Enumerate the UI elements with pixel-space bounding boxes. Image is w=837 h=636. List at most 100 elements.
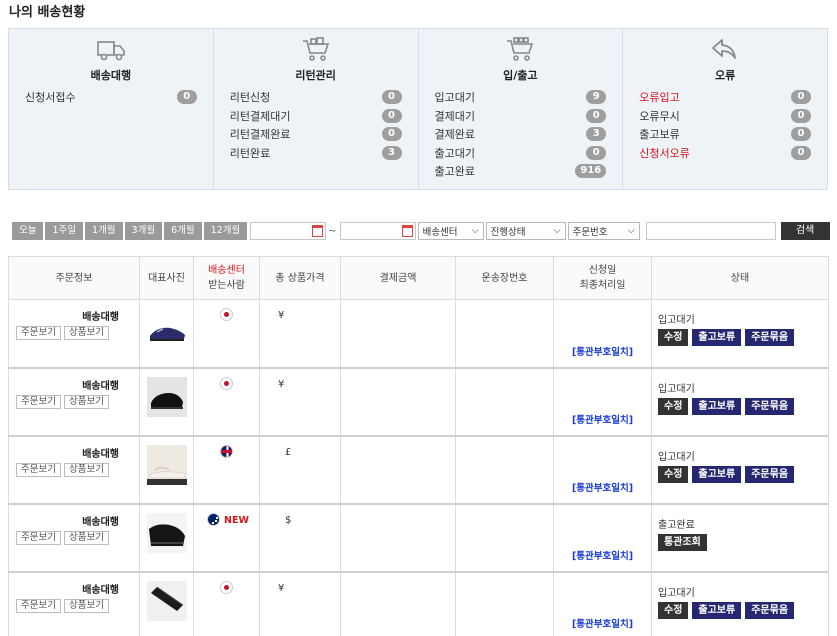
summary-col-error: 오류 오류입고 0 오류무시 0 출고보류 0 신청서오류 0 bbox=[623, 29, 827, 189]
date-cell: [통관부호일치] bbox=[553, 435, 652, 505]
col-order-info: 주문정보 bbox=[8, 256, 140, 300]
product-thumbnail[interactable] bbox=[147, 580, 187, 621]
customs-match-link[interactable]: [통관부호일치] bbox=[554, 480, 651, 494]
bundle-order-button[interactable]: 주문묶음 bbox=[745, 329, 795, 346]
summary-item[interactable]: 출고보류 0 bbox=[639, 125, 811, 144]
product-view-button[interactable]: 상품보기 bbox=[63, 462, 109, 477]
summary-label: 오류무시 bbox=[639, 109, 680, 123]
product-thumbnail[interactable] bbox=[147, 308, 187, 348]
payment-cell bbox=[340, 571, 456, 636]
customs-inquiry-button[interactable]: 통관조회 bbox=[658, 533, 707, 551]
product-thumbnail[interactable] bbox=[147, 512, 187, 553]
product-thumbnail[interactable] bbox=[147, 444, 187, 485]
summary-label: 출고완료 bbox=[434, 165, 475, 179]
product-view-button[interactable]: 상품보기 bbox=[63, 598, 109, 613]
product-view-button[interactable]: 상품보기 bbox=[63, 394, 109, 409]
edit-button[interactable]: 수정 bbox=[658, 329, 689, 346]
hold-shipping-button[interactable]: 출고보류 bbox=[692, 397, 742, 415]
search-type-select[interactable]: 주문번호 ⌵ bbox=[567, 222, 640, 240]
summary-label: 리턴신청 bbox=[229, 91, 271, 105]
price-cell: ¥ bbox=[259, 299, 341, 369]
count-badge: 0 bbox=[791, 145, 811, 160]
search-input[interactable] bbox=[645, 222, 776, 240]
chevron-down-icon: ⌵ bbox=[471, 226, 479, 236]
photo-cell bbox=[139, 367, 194, 437]
period-3month-button[interactable]: 3개월 bbox=[124, 222, 163, 240]
end-date-input[interactable] bbox=[339, 222, 416, 240]
price-cell: $ bbox=[259, 503, 341, 573]
status-cell: 출고완료 통관조회 bbox=[651, 503, 829, 573]
period-1week-button[interactable]: 1주일 bbox=[45, 222, 84, 240]
hold-shipping-button[interactable]: 출고보류 bbox=[692, 465, 742, 483]
bundle-order-button[interactable]: 주문묶음 bbox=[745, 465, 795, 483]
product-view-button[interactable]: 상품보기 bbox=[63, 326, 109, 340]
hold-shipping-button[interactable]: 출고보류 bbox=[692, 601, 742, 619]
bundle-order-button[interactable]: 주문묶음 bbox=[745, 601, 795, 619]
status-cell: 입고대기 수정 출고보류 주문묶음 bbox=[651, 435, 829, 505]
hold-shipping-button[interactable]: 출고보류 bbox=[692, 329, 742, 346]
period-12month-button[interactable]: 12개월 bbox=[203, 222, 248, 240]
customs-match-link[interactable]: [통관부호일치] bbox=[554, 344, 651, 358]
customs-match-link[interactable]: [통관부호일치] bbox=[554, 412, 651, 426]
summary-label: 리턴완료 bbox=[229, 146, 271, 160]
order-view-button[interactable]: 주문보기 bbox=[16, 394, 61, 409]
order-view-button[interactable]: 주문보기 bbox=[16, 462, 61, 477]
count-badge: 0 bbox=[176, 90, 197, 105]
calendar-icon[interactable] bbox=[312, 225, 324, 237]
tracking-cell bbox=[455, 571, 554, 636]
tracking-cell bbox=[455, 299, 554, 369]
summary-item[interactable]: 신청서접수 0 bbox=[25, 88, 197, 107]
photo-cell bbox=[139, 299, 194, 369]
search-button[interactable]: 검색 bbox=[780, 222, 830, 240]
table-row: 배송대행 주문보기 상품보기 ¥ [통관부호일치] 입고대기 수정 출고보류 주문묶음 bbox=[8, 299, 829, 369]
bundle-order-button[interactable]: 주문묶음 bbox=[745, 397, 795, 415]
select-value: 진행상태 bbox=[490, 227, 526, 238]
summary-label: 오류입고 bbox=[639, 91, 680, 105]
tracking-cell bbox=[455, 367, 554, 437]
count-badge: 0 bbox=[791, 108, 811, 123]
summary-item[interactable]: 오류입고 0 bbox=[639, 88, 811, 107]
payment-cell bbox=[340, 435, 456, 505]
edit-button[interactable]: 수정 bbox=[658, 601, 689, 619]
order-type: 배송대행 bbox=[82, 516, 119, 528]
calendar-icon[interactable] bbox=[401, 225, 413, 237]
summary-item[interactable]: 결제완료 3 bbox=[435, 125, 607, 144]
currency-symbol: $ bbox=[285, 514, 292, 526]
table-header-row: 주문정보 대표사진 배송센터 받는사람 총 상품가격 결제금액 운송장번호 신청일… bbox=[8, 256, 829, 300]
period-today-button[interactable]: 오늘 bbox=[12, 222, 44, 240]
col-total-price: 총 상품가격 bbox=[259, 256, 341, 300]
summary-item[interactable]: 리턴결제대기 0 bbox=[230, 107, 402, 126]
summary-item[interactable]: 리턴결제완료 0 bbox=[230, 125, 402, 144]
edit-button[interactable]: 수정 bbox=[658, 397, 689, 415]
order-view-button[interactable]: 주문보기 bbox=[16, 598, 61, 613]
summary-item[interactable]: 출고대기 0 bbox=[435, 144, 607, 163]
summary-item[interactable]: 신청서오류 0 bbox=[639, 144, 811, 163]
price-cell: £ bbox=[259, 435, 341, 505]
period-6month-button[interactable]: 6개월 bbox=[164, 222, 202, 240]
center-select[interactable]: 배송센터 ⌵ bbox=[417, 222, 484, 240]
order-view-button[interactable]: 주문보기 bbox=[16, 326, 61, 340]
customs-match-link[interactable]: [통관부호일치] bbox=[554, 616, 651, 630]
count-badge: 0 bbox=[586, 145, 607, 160]
product-thumbnail[interactable] bbox=[147, 376, 187, 417]
order-view-button[interactable]: 주문보기 bbox=[16, 530, 61, 545]
start-date-input[interactable] bbox=[250, 222, 327, 240]
period-1month-button[interactable]: 1개월 bbox=[85, 222, 123, 240]
japan-flag-icon bbox=[220, 580, 233, 594]
summary-item[interactable]: 출고완료 916 bbox=[435, 162, 607, 181]
status-text: 입고대기 bbox=[658, 383, 695, 395]
product-view-button[interactable]: 상품보기 bbox=[63, 530, 109, 545]
summary-item[interactable]: 리턴완료 3 bbox=[230, 144, 402, 163]
status-select[interactable]: 진행상태 ⌵ bbox=[485, 222, 566, 240]
warehouse-cart-icon bbox=[507, 37, 534, 61]
edit-button[interactable]: 수정 bbox=[658, 465, 689, 483]
chevron-down-icon: ⌵ bbox=[553, 226, 561, 236]
summary-item[interactable]: 리턴신청 0 bbox=[230, 88, 402, 107]
summary-item[interactable]: 오류무시 0 bbox=[639, 107, 811, 126]
count-badge: 3 bbox=[381, 145, 402, 160]
col-center-label: 배송센터 bbox=[208, 265, 245, 276]
customs-match-link[interactable]: [통관부호일치] bbox=[554, 548, 651, 562]
summary-item[interactable]: 입고대기 9 bbox=[435, 88, 607, 107]
count-badge: 0 bbox=[381, 108, 402, 123]
summary-item[interactable]: 결제대기 0 bbox=[435, 107, 607, 126]
